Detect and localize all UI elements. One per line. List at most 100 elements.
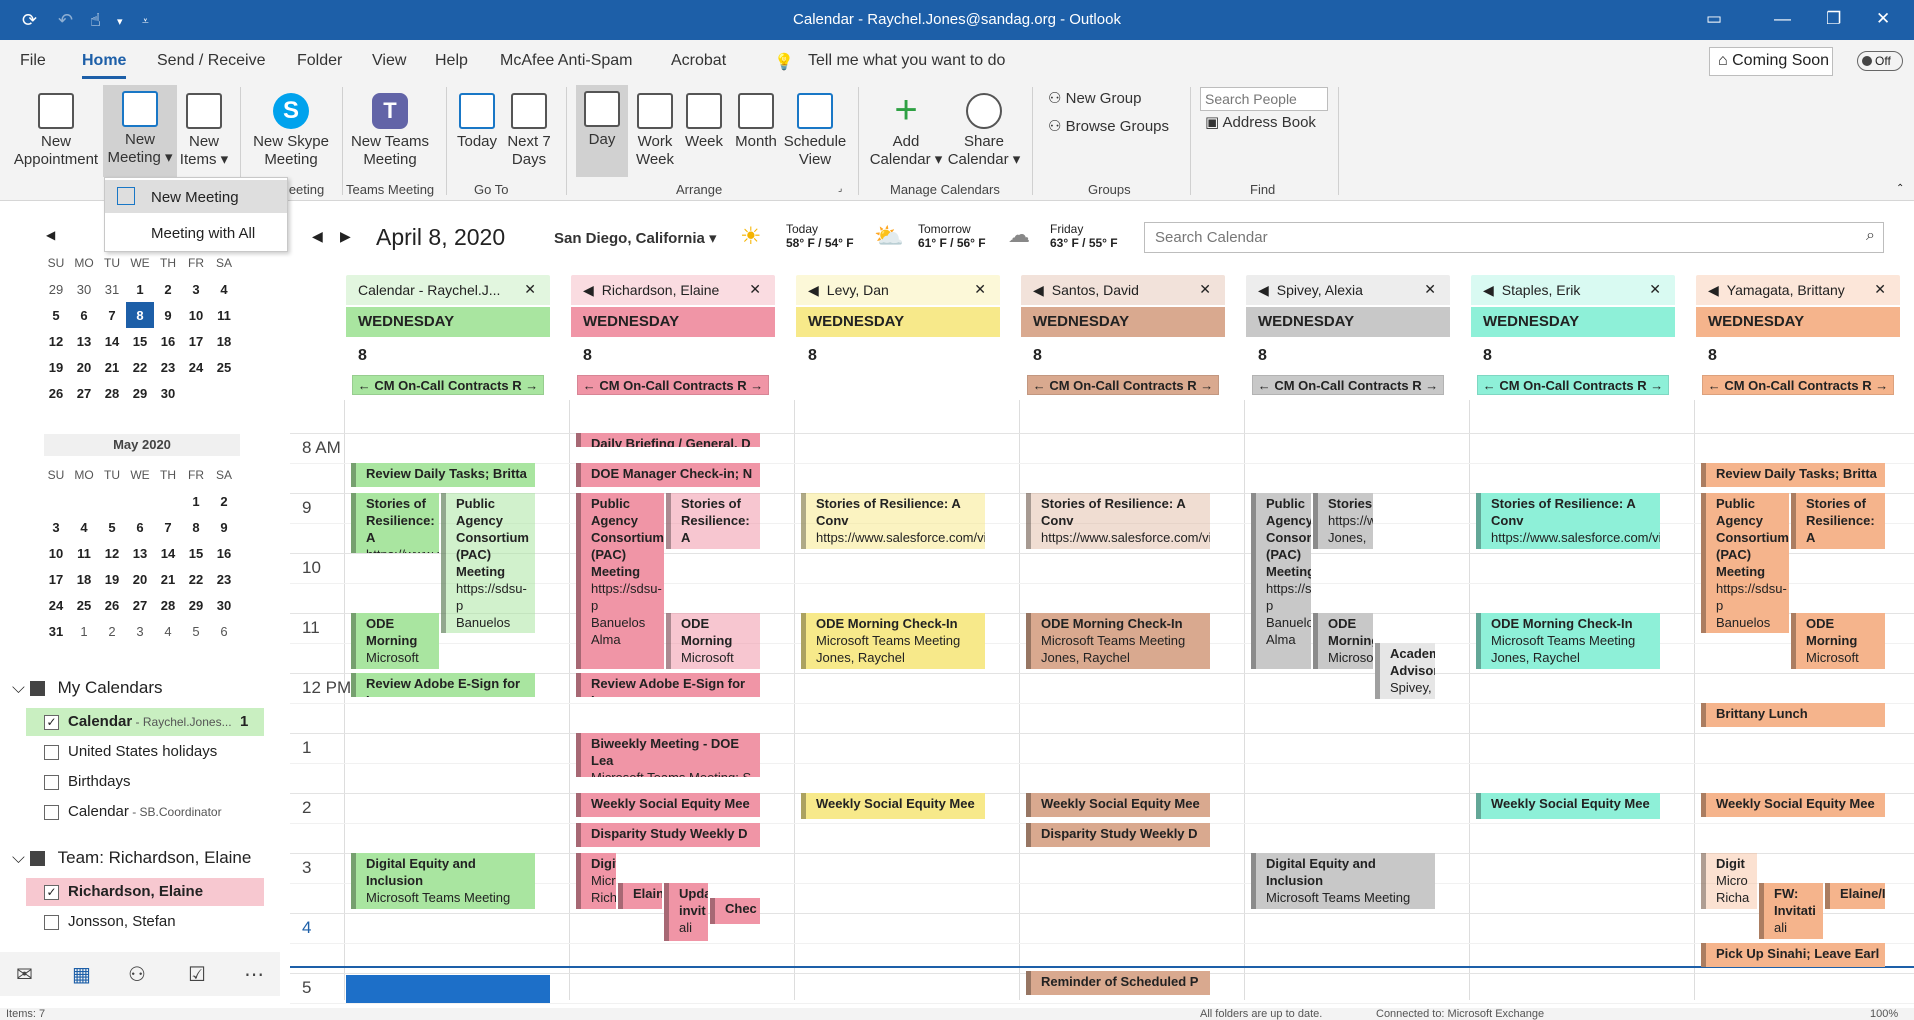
- tasks-icon[interactable]: ☑: [188, 962, 206, 987]
- minical-day[interactable]: 5: [182, 618, 210, 644]
- all-day-event[interactable]: ← CM On-Call Contracts R →: [577, 375, 769, 395]
- calendar-nav-icon[interactable]: ▦: [72, 962, 91, 987]
- minical-day[interactable]: 4: [210, 276, 238, 302]
- calendar-event[interactable]: Chec: [710, 898, 760, 924]
- minical-day[interactable]: 23: [154, 354, 182, 380]
- calendar-event[interactable]: Biweekly Meeting - DOE LeaMicrosoft Team…: [576, 733, 760, 777]
- calendar-event[interactable]: Digit Micro Richa: [576, 853, 616, 909]
- minical-day[interactable]: 24: [182, 354, 210, 380]
- calendar-event[interactable]: Stories of Resilience: Ahttps://www.sJon…: [666, 493, 760, 549]
- close-tab-icon[interactable]: ✕: [1649, 281, 1661, 298]
- calendar-event[interactable]: Weekly Social Equity Mee: [801, 793, 985, 819]
- arrow-left-icon[interactable]: ◀: [1033, 282, 1044, 298]
- close-tab-icon[interactable]: ✕: [1874, 281, 1886, 298]
- minimize-icon[interactable]: —: [1774, 9, 1791, 29]
- calendar-event[interactable]: Weekly Social Equity Mee: [576, 793, 760, 817]
- folder-checkbox[interactable]: ✓: [44, 715, 59, 730]
- calendar-event[interactable]: Weekly Social Equity Mee: [1701, 793, 1885, 817]
- calendar-tab[interactable]: Calendar - Raychel.J... ✕: [346, 275, 550, 305]
- today-button[interactable]: Today: [452, 87, 502, 177]
- minical-day[interactable]: 21: [154, 566, 182, 592]
- calendar-event[interactable]: Public Agency Consortium (PAC) Meetinght…: [441, 493, 535, 633]
- arrow-left-icon[interactable]: ◀: [1483, 282, 1494, 298]
- mail-icon[interactable]: ✉: [16, 962, 33, 987]
- dropdown-item-meeting-with-all[interactable]: Meeting with All: [105, 216, 287, 249]
- menu-view[interactable]: View: [372, 52, 406, 70]
- coming-soon-toggle[interactable]: Off: [1857, 51, 1903, 71]
- prev-month-icon[interactable]: ◀: [46, 228, 55, 242]
- minical-day[interactable]: 30: [210, 592, 238, 618]
- calendar-tab[interactable]: ◀ Levy, Dan ✕: [796, 275, 1000, 305]
- calendar-tab[interactable]: ◀ Staples, Erik ✕: [1471, 275, 1675, 305]
- calendar-event[interactable]: Review Daily Tasks; Britta: [1701, 463, 1885, 487]
- team-header[interactable]: ⌵ Team: Richardson, Elaine: [12, 848, 251, 868]
- minical-day[interactable]: [70, 488, 98, 514]
- calendar-event[interactable]: Disparity Study Weekly D: [576, 823, 760, 847]
- minical-day[interactable]: 2: [210, 488, 238, 514]
- calendar-event[interactable]: ODE Morning Check-In Microsoft Teams Meet…: [801, 613, 985, 669]
- prev-day-icon[interactable]: ◀: [312, 228, 323, 245]
- minical-day[interactable]: [42, 488, 70, 514]
- minical-day[interactable]: 29: [42, 276, 70, 302]
- new-teams-meeting-button[interactable]: T New Teams Meeting: [346, 87, 434, 177]
- minical-day[interactable]: 23: [210, 566, 238, 592]
- tell-me-input[interactable]: Tell me what you want to do: [808, 52, 1005, 70]
- calendar-event[interactable]: Stories of Resilience: Ahttps://www.s: [351, 493, 439, 553]
- minical-day[interactable]: 12: [98, 540, 126, 566]
- minical-day[interactable]: 29: [126, 380, 154, 406]
- menu-help[interactable]: Help: [435, 52, 468, 70]
- folder-checkbox[interactable]: [44, 805, 59, 820]
- minical-day[interactable]: 1: [126, 276, 154, 302]
- minical-day[interactable]: 21: [98, 354, 126, 380]
- calendar-event[interactable]: Pick Up Sinahi; Leave Earl: [1701, 943, 1885, 967]
- minical-day[interactable]: 10: [182, 302, 210, 328]
- minical-day[interactable]: 10: [42, 540, 70, 566]
- schedule-view-button[interactable]: Schedule View: [782, 87, 848, 177]
- minical-day[interactable]: 13: [70, 328, 98, 354]
- minical-day[interactable]: 1: [70, 618, 98, 644]
- minical-day[interactable]: 7: [154, 514, 182, 540]
- minical-day[interactable]: 12: [42, 328, 70, 354]
- close-tab-icon[interactable]: ✕: [974, 281, 986, 298]
- my-calendars-header[interactable]: ⌵ My Calendars: [12, 678, 163, 698]
- minical-day[interactable]: 4: [70, 514, 98, 540]
- minical-day[interactable]: 5: [98, 514, 126, 540]
- minical-day[interactable]: 6: [210, 618, 238, 644]
- minical-day[interactable]: 7: [98, 302, 126, 328]
- team-checkbox[interactable]: [44, 915, 59, 930]
- minical-day[interactable]: [98, 488, 126, 514]
- calendar-event[interactable]: Public Agency Consortium (PAC) Meetinght…: [1701, 493, 1789, 633]
- address-book-button[interactable]: ▣ Address Book: [1205, 113, 1316, 131]
- minical-day[interactable]: 24: [42, 592, 70, 618]
- minical-day[interactable]: [210, 380, 238, 406]
- menu-send-receive[interactable]: Send / Receive: [157, 52, 266, 70]
- minical-day[interactable]: 20: [126, 566, 154, 592]
- team-item[interactable]: Jonsson, Stefan: [26, 908, 264, 936]
- minical-day[interactable]: 17: [42, 566, 70, 592]
- menu-acrobat[interactable]: Acrobat: [671, 52, 726, 70]
- ribbon-display-icon[interactable]: ▭: [1706, 9, 1722, 29]
- minical-day[interactable]: 28: [98, 380, 126, 406]
- calendar-event[interactable]: Review Adobe E-Sign for Inv: [576, 673, 760, 697]
- arrange-launcher-icon[interactable]: ⌟: [838, 183, 842, 194]
- minical-day[interactable]: 16: [210, 540, 238, 566]
- minical-day[interactable]: 4: [154, 618, 182, 644]
- menu-folder[interactable]: Folder: [297, 52, 342, 70]
- minical-day[interactable]: 30: [154, 380, 182, 406]
- minical-day[interactable]: 5: [42, 302, 70, 328]
- minical-day[interactable]: 11: [210, 302, 238, 328]
- new-group-button[interactable]: ⚇ New Group: [1048, 89, 1142, 107]
- minical-day[interactable]: 8: [182, 514, 210, 540]
- minical-day[interactable]: 31: [42, 618, 70, 644]
- all-day-event[interactable]: ← CM On-Call Contracts R →: [1702, 375, 1894, 395]
- calendar-event[interactable]: Disparity Study Weekly D: [1026, 823, 1210, 847]
- minical-day[interactable]: 26: [98, 592, 126, 618]
- team-checkbox[interactable]: ✓: [44, 885, 59, 900]
- all-day-event[interactable]: ← CM On-Call Contracts R →: [1252, 375, 1444, 395]
- minical-day[interactable]: 3: [126, 618, 154, 644]
- minical-day[interactable]: 18: [210, 328, 238, 354]
- calendar-event[interactable]: Daily Briefing / General, D: [576, 433, 760, 447]
- close-icon[interactable]: ✕: [1876, 9, 1890, 29]
- calendar-event[interactable]: Public Agency Consortium (PAC) Meetinght…: [576, 493, 664, 669]
- search-icon[interactable]: ⌕: [1866, 227, 1875, 245]
